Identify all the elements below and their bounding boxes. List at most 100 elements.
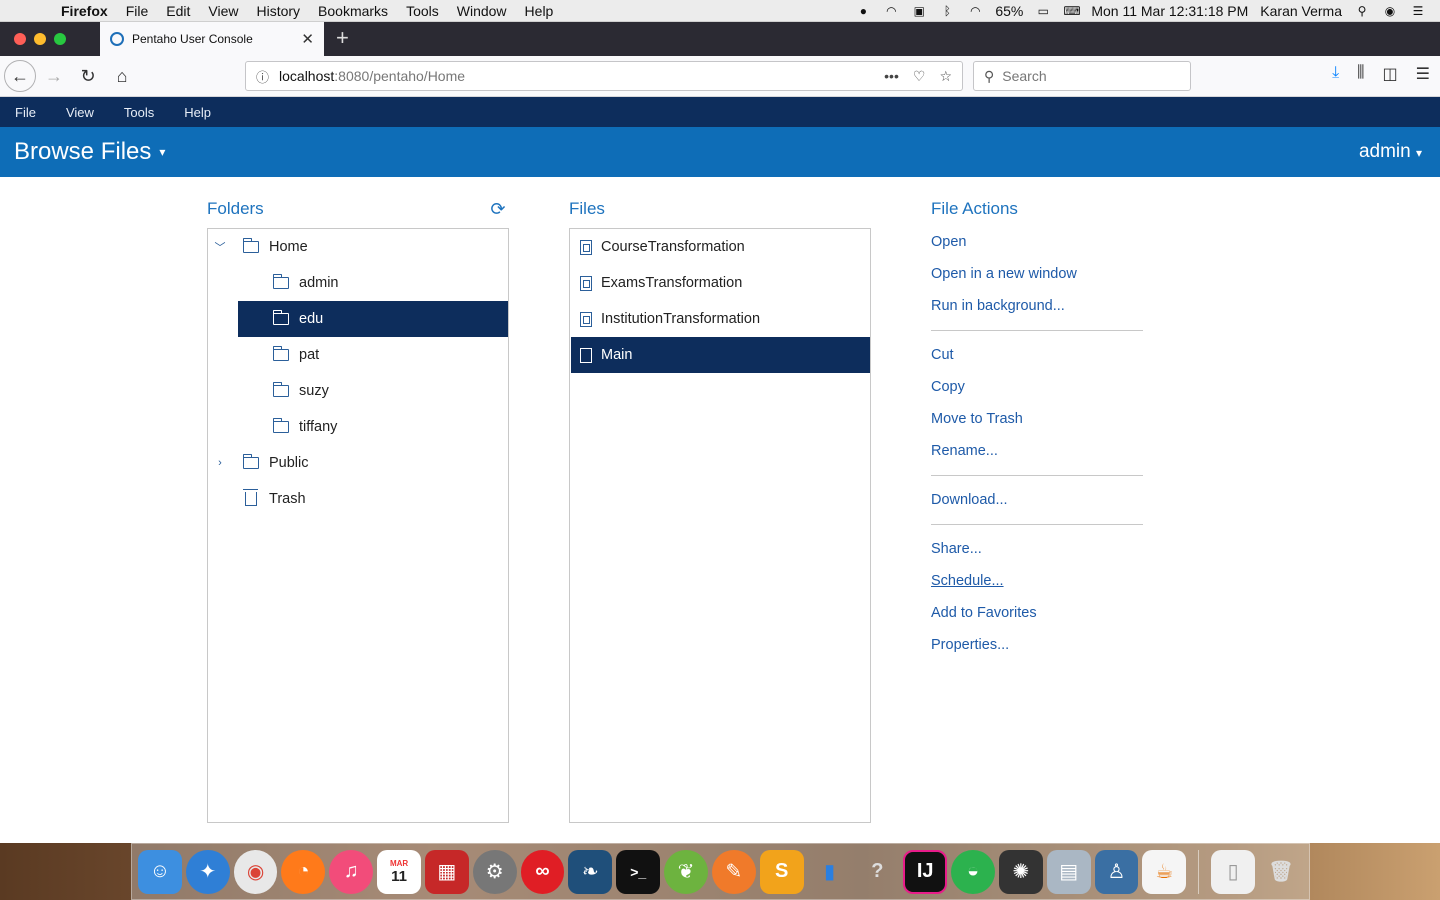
- menu-view[interactable]: View: [199, 3, 247, 19]
- vpn-app-icon[interactable]: ▦: [424, 849, 469, 894]
- status-vpn-icon[interactable]: ▣: [911, 4, 927, 18]
- browser-tab[interactable]: Pentaho User Console ✕: [100, 22, 324, 56]
- action-add-to-favorites[interactable]: Add to Favorites: [931, 605, 1037, 621]
- refresh-icon[interactable]: ⟳: [488, 199, 508, 219]
- bluetooth-icon[interactable]: ᛒ: [939, 4, 955, 18]
- url-bar[interactable]: ⓘ localhost :8080/pentaho/Home ••• ♡ ☆: [245, 61, 963, 91]
- trash-bin-icon[interactable]: 🗑: [1259, 850, 1303, 894]
- action-run-background[interactable]: Run in background...: [931, 298, 1065, 314]
- zoom-window-icon[interactable]: [54, 33, 66, 45]
- perspective-title[interactable]: Browse Files: [0, 138, 151, 166]
- notification-center-icon[interactable]: ☰: [1410, 4, 1426, 18]
- charts-app-icon[interactable]: ▮: [808, 850, 852, 894]
- menu-app-name[interactable]: Firefox: [52, 3, 117, 19]
- minimize-window-icon[interactable]: [34, 33, 46, 45]
- action-open-new-window[interactable]: Open in a new window: [931, 266, 1077, 282]
- action-download[interactable]: Download...: [931, 492, 1008, 508]
- forward-button-icon[interactable]: →: [38, 60, 70, 92]
- folder-edu[interactable]: edu: [238, 301, 508, 337]
- safari-icon[interactable]: ✦: [185, 849, 230, 894]
- user-menu[interactable]: admin ▾: [1359, 141, 1440, 163]
- downloads-icon[interactable]: ⤓: [1332, 64, 1339, 84]
- java-icon[interactable]: ☕: [1142, 849, 1187, 894]
- reload-button-icon[interactable]: ↻: [72, 60, 104, 92]
- calendar-icon[interactable]: MAR 11: [377, 849, 421, 894]
- menu-edit[interactable]: Edit: [157, 3, 199, 19]
- terminal-icon[interactable]: >_: [616, 849, 661, 894]
- folder-home[interactable]: ﹀ Home: [213, 229, 508, 265]
- kindle-icon[interactable]: ♙: [1094, 849, 1139, 894]
- chevron-down-icon[interactable]: ﹀: [213, 239, 227, 255]
- menu-history[interactable]: History: [247, 3, 309, 19]
- menu-tools[interactable]: Tools: [397, 3, 448, 19]
- wifi-icon[interactable]: ◠: [967, 4, 983, 18]
- file-institutiontransformation[interactable]: InstitutionTransformation: [571, 301, 870, 337]
- chevron-right-icon[interactable]: ›: [213, 457, 227, 469]
- job-file-icon: [580, 347, 592, 363]
- menu-help[interactable]: Help: [516, 3, 563, 19]
- site-info-icon[interactable]: ⓘ: [256, 67, 269, 86]
- keyboard-icon[interactable]: ⌨: [1063, 4, 1080, 18]
- pages-icon[interactable]: ✎: [711, 849, 756, 894]
- aperture-icon[interactable]: ✺: [998, 849, 1043, 894]
- chevron-down-icon[interactable]: ▾: [159, 145, 165, 159]
- search-bar[interactable]: ⚲ Search: [973, 61, 1191, 91]
- action-rename[interactable]: Rename...: [931, 443, 998, 459]
- finder-icon[interactable]: ☺: [138, 849, 182, 894]
- sidebar-icon[interactable]: ◫: [1383, 64, 1398, 84]
- file-coursetransformation[interactable]: CourseTransformation: [571, 229, 870, 265]
- action-copy[interactable]: Copy: [931, 379, 965, 395]
- folder-suzy[interactable]: suzy: [238, 373, 508, 409]
- chrome-icon[interactable]: ◉: [233, 849, 278, 894]
- action-properties[interactable]: Properties...: [931, 637, 1009, 653]
- siri-icon[interactable]: ◉: [1382, 4, 1398, 18]
- action-share[interactable]: Share...: [931, 541, 982, 557]
- app-menu-tools[interactable]: Tools: [109, 105, 169, 120]
- menu-file[interactable]: File: [117, 3, 158, 19]
- app-menu-view[interactable]: View: [51, 105, 109, 120]
- intellij-idea-icon[interactable]: IJ: [903, 849, 948, 894]
- pocket-icon[interactable]: ♡: [913, 68, 926, 85]
- back-button-icon[interactable]: ←: [4, 60, 36, 92]
- action-move-to-trash[interactable]: Move to Trash: [931, 411, 1023, 427]
- itunes-icon[interactable]: ♫: [329, 849, 374, 894]
- menu-bookmarks[interactable]: Bookmarks: [309, 3, 397, 19]
- folder-public[interactable]: › Public: [213, 445, 508, 481]
- app-menu-file[interactable]: File: [0, 105, 51, 120]
- creative-cloud-icon[interactable]: ∞: [520, 849, 565, 894]
- action-open[interactable]: Open: [931, 234, 966, 250]
- cyberduck-icon[interactable]: ◒: [951, 849, 995, 894]
- mysql-workbench-icon[interactable]: ❧: [568, 849, 613, 894]
- folder-tiffany[interactable]: tiffany: [238, 409, 508, 445]
- documents-folder-icon[interactable]: ▯: [1211, 849, 1256, 894]
- tab-close-icon[interactable]: ✕: [301, 30, 314, 48]
- library-icon[interactable]: ⫼: [1357, 64, 1364, 84]
- status-shield-icon[interactable]: ◠: [883, 4, 899, 18]
- menu-window[interactable]: Window: [448, 3, 516, 19]
- home-button-icon[interactable]: ⌂: [106, 60, 138, 92]
- hamburger-menu-icon[interactable]: ☰: [1416, 64, 1430, 84]
- file-examstransformation[interactable]: ExamsTransformation: [571, 265, 870, 301]
- action-schedule[interactable]: Schedule...: [931, 573, 1004, 589]
- firefox-icon[interactable]: ◔: [281, 849, 326, 894]
- sublime-text-icon[interactable]: S: [759, 849, 804, 894]
- system-preferences-icon[interactable]: ⚙: [472, 849, 517, 894]
- file-main[interactable]: Main: [571, 337, 870, 373]
- folder-trash[interactable]: Trash: [213, 481, 508, 517]
- spring-tool-suite-icon[interactable]: ❦: [664, 849, 708, 894]
- bookmark-star-icon[interactable]: ☆: [939, 68, 952, 85]
- user-name[interactable]: Karan Verma: [1260, 3, 1342, 19]
- folder-pat[interactable]: pat: [238, 337, 508, 373]
- help-question-icon[interactable]: ?: [855, 850, 899, 894]
- preview-icon[interactable]: ▤: [1046, 849, 1091, 894]
- spotlight-icon[interactable]: ⚲: [1354, 4, 1370, 18]
- new-tab-icon[interactable]: +: [336, 22, 349, 56]
- action-cut[interactable]: Cut: [931, 347, 954, 363]
- page-actions-icon[interactable]: •••: [884, 68, 899, 85]
- app-menu-help[interactable]: Help: [169, 105, 226, 120]
- folder-admin[interactable]: admin: [238, 265, 508, 301]
- clock[interactable]: Mon 11 Mar 12:31:18 PM: [1091, 3, 1248, 19]
- status-app-icon[interactable]: ●: [855, 4, 871, 18]
- battery-icon[interactable]: ▭: [1035, 4, 1051, 18]
- close-window-icon[interactable]: [14, 33, 26, 45]
